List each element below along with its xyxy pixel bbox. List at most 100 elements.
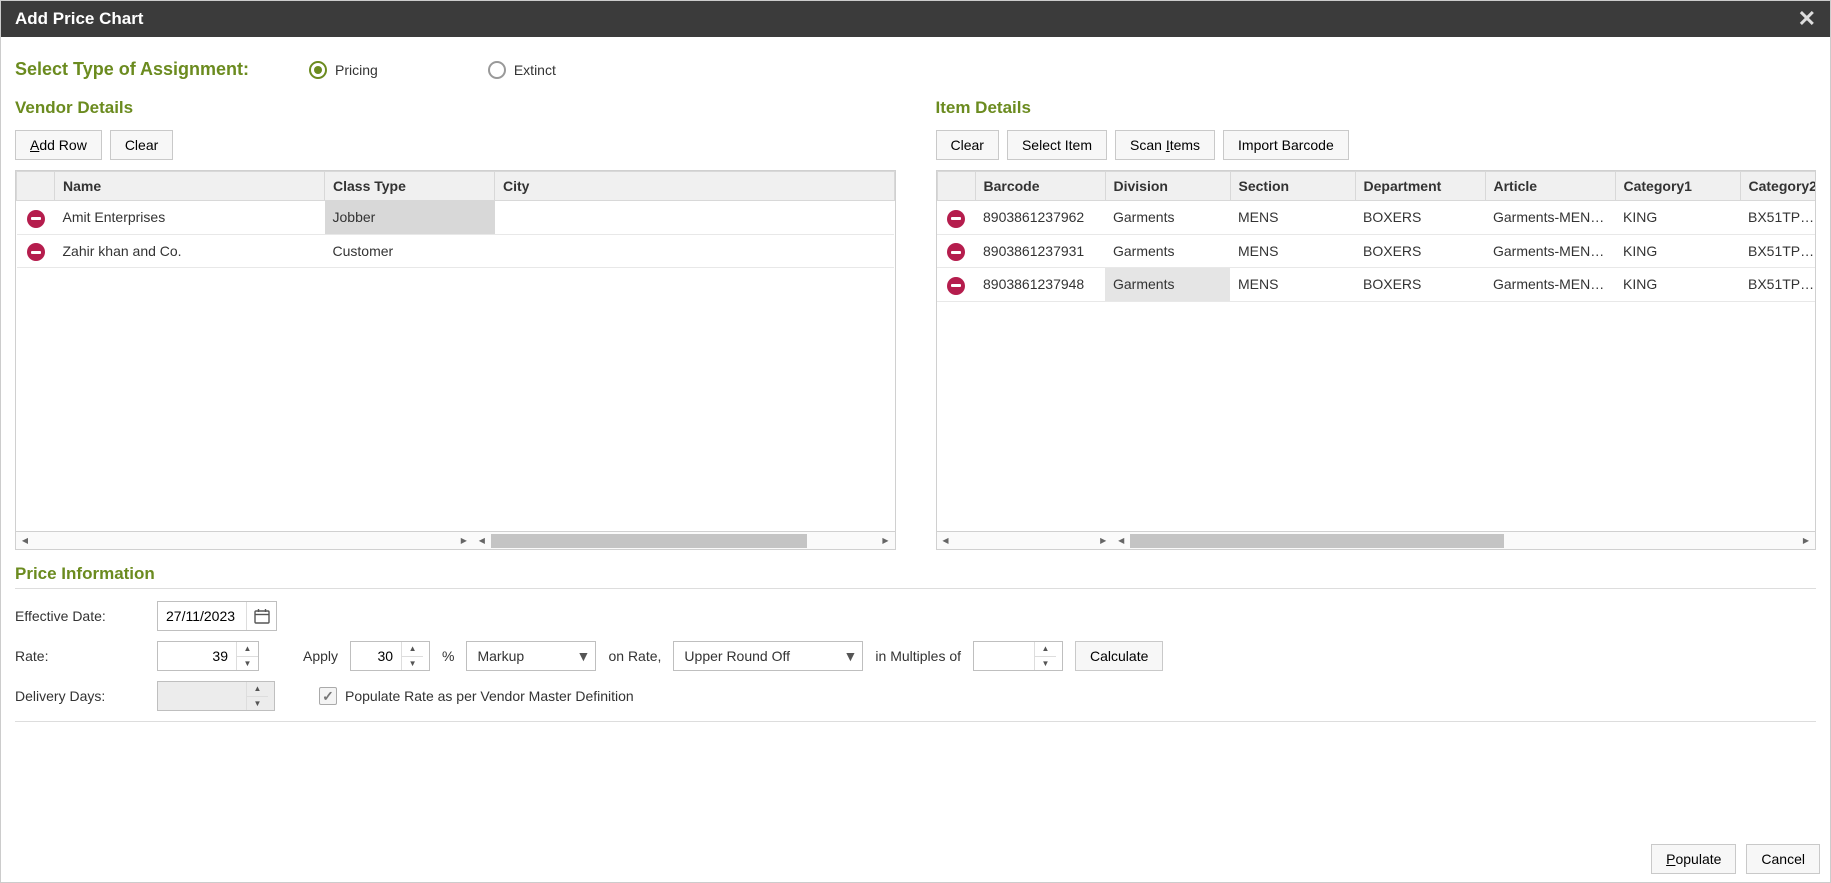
populate-button[interactable]: Populate xyxy=(1651,844,1736,874)
effective-date-input[interactable] xyxy=(157,601,277,631)
table-row[interactable]: Zahir khan and Co. Customer xyxy=(17,234,895,268)
col-city[interactable]: City xyxy=(495,172,895,201)
calendar-icon[interactable] xyxy=(246,602,276,630)
cell-category1[interactable]: KING xyxy=(1615,201,1740,235)
cell-division[interactable]: Garments xyxy=(1105,268,1230,302)
delivery-days-input[interactable]: ▲▼ xyxy=(157,681,275,711)
spin-down-icon[interactable]: ▼ xyxy=(1035,657,1056,671)
cell-city[interactable] xyxy=(495,234,895,268)
cell-name[interactable]: Amit Enterprises xyxy=(55,201,325,235)
cell-division[interactable]: Garments xyxy=(1105,201,1230,235)
scroll-left-icon[interactable]: ◀ xyxy=(1112,533,1130,549)
cell-department[interactable]: BOXERS xyxy=(1355,234,1485,268)
remove-row-icon[interactable] xyxy=(27,210,45,228)
round-combo[interactable]: Upper Round Off ▼ xyxy=(673,641,863,671)
multiples-field[interactable] xyxy=(974,642,1034,670)
col-name[interactable]: Name xyxy=(55,172,325,201)
cell-barcode[interactable]: 8903861237948 xyxy=(975,268,1105,302)
table-row[interactable]: 8903861237962 Garments MENS BOXERS Garme… xyxy=(937,201,1815,235)
col-category2[interactable]: Category2 xyxy=(1740,172,1815,201)
spin-up-icon[interactable]: ▲ xyxy=(247,682,268,697)
col-section[interactable]: Section xyxy=(1230,172,1355,201)
close-icon[interactable]: ✕ xyxy=(1798,6,1816,32)
spin-up-icon[interactable]: ▲ xyxy=(402,642,423,657)
cell-article[interactable]: Garments-MENS... xyxy=(1485,234,1615,268)
cell-barcode[interactable]: 8903861237931 xyxy=(975,234,1105,268)
cell-department[interactable]: BOXERS xyxy=(1355,268,1485,302)
cell-category2[interactable]: BX51TPK3 xyxy=(1740,268,1815,302)
scroll-left-icon[interactable]: ◀ xyxy=(473,533,491,549)
rate-input[interactable]: ▲▼ xyxy=(157,641,259,671)
cell-class-type[interactable]: Jobber xyxy=(325,201,495,235)
calculate-button[interactable]: Calculate xyxy=(1075,641,1163,671)
col-barcode[interactable]: Barcode xyxy=(975,172,1105,201)
vendor-clear-button[interactable]: Clear xyxy=(110,130,173,160)
multiples-input[interactable]: ▲▼ xyxy=(973,641,1063,671)
col-class-type[interactable]: Class Type xyxy=(325,172,495,201)
cell-category1[interactable]: KING xyxy=(1615,268,1740,302)
remove-row-icon[interactable] xyxy=(947,210,965,228)
label-on-rate: on Rate, xyxy=(608,648,661,664)
chevron-down-icon: ▼ xyxy=(838,648,862,664)
remove-row-icon[interactable] xyxy=(947,243,965,261)
cell-category2[interactable]: BX51TPK3 xyxy=(1740,201,1815,235)
item-title: Item Details xyxy=(936,98,1817,118)
scan-items-button[interactable]: Scan Items xyxy=(1115,130,1215,160)
table-row[interactable]: Amit Enterprises Jobber xyxy=(17,201,895,235)
cell-city[interactable] xyxy=(495,201,895,235)
populate-vendor-checkbox[interactable]: Populate Rate as per Vendor Master Defin… xyxy=(319,687,634,705)
spin-down-icon[interactable]: ▼ xyxy=(247,697,268,711)
apply-type-combo[interactable]: Markup ▼ xyxy=(466,641,596,671)
item-clear-button[interactable]: Clear xyxy=(936,130,999,160)
spin-up-icon[interactable]: ▲ xyxy=(237,642,258,657)
cell-category1[interactable]: KING xyxy=(1615,234,1740,268)
apply-value-field[interactable] xyxy=(351,642,401,670)
cell-name[interactable]: Zahir khan and Co. xyxy=(55,234,325,268)
scroll-left-icon[interactable]: ◀ xyxy=(937,533,955,549)
import-barcode-button[interactable]: Import Barcode xyxy=(1223,130,1349,160)
cancel-button[interactable]: Cancel xyxy=(1746,844,1820,874)
label-delivery-days: Delivery Days: xyxy=(15,688,145,704)
rate-field[interactable] xyxy=(158,642,236,670)
scroll-right-icon[interactable]: ▶ xyxy=(1797,533,1815,549)
item-grid[interactable]: Barcode Division Section Department Arti… xyxy=(936,170,1817,550)
item-hscroll[interactable]: ◀ ▶ ◀ ▶ xyxy=(937,531,1816,549)
table-row[interactable]: 8903861237931 Garments MENS BOXERS Garme… xyxy=(937,234,1815,268)
scroll-left-icon[interactable]: ◀ xyxy=(16,533,34,549)
cell-category2[interactable]: BX51TPK3 xyxy=(1740,234,1815,268)
radio-icon xyxy=(309,61,327,79)
remove-row-icon[interactable] xyxy=(947,277,965,295)
spin-up-icon[interactable]: ▲ xyxy=(1035,642,1056,657)
spin-down-icon[interactable]: ▼ xyxy=(402,657,423,671)
cell-section[interactable]: MENS xyxy=(1230,201,1355,235)
col-division[interactable]: Division xyxy=(1105,172,1230,201)
cell-article[interactable]: Garments-MENS... xyxy=(1485,268,1615,302)
checkbox-icon[interactable] xyxy=(319,687,337,705)
remove-row-icon[interactable] xyxy=(27,243,45,261)
vendor-hscroll[interactable]: ◀ ▶ ◀ ▶ xyxy=(16,531,895,549)
cell-section[interactable]: MENS xyxy=(1230,234,1355,268)
scroll-right-icon[interactable]: ▶ xyxy=(455,533,473,549)
add-row-button[interactable]: Add Row xyxy=(15,130,102,160)
cell-section[interactable]: MENS xyxy=(1230,268,1355,302)
cell-barcode[interactable]: 8903861237962 xyxy=(975,201,1105,235)
col-department[interactable]: Department xyxy=(1355,172,1485,201)
radio-extinct[interactable]: Extinct xyxy=(488,61,556,79)
spin-down-icon[interactable]: ▼ xyxy=(237,657,258,671)
effective-date-field[interactable] xyxy=(158,602,246,630)
vendor-grid[interactable]: Name Class Type City Amit Enterprises Jo… xyxy=(15,170,896,550)
label-percent: % xyxy=(442,648,454,664)
cell-article[interactable]: Garments-MENS... xyxy=(1485,201,1615,235)
select-item-button[interactable]: Select Item xyxy=(1007,130,1107,160)
cell-department[interactable]: BOXERS xyxy=(1355,201,1485,235)
col-category1[interactable]: Category1 xyxy=(1615,172,1740,201)
col-article[interactable]: Article xyxy=(1485,172,1615,201)
table-row[interactable]: 8903861237948 Garments MENS BOXERS Garme… xyxy=(937,268,1815,302)
cell-class-type[interactable]: Customer xyxy=(325,234,495,268)
apply-value-input[interactable]: ▲▼ xyxy=(350,641,430,671)
scroll-right-icon[interactable]: ▶ xyxy=(1094,533,1112,549)
radio-pricing[interactable]: Pricing xyxy=(309,61,378,79)
scroll-right-icon[interactable]: ▶ xyxy=(876,533,894,549)
dialog-footer: Populate Cancel xyxy=(1651,844,1820,874)
cell-division[interactable]: Garments xyxy=(1105,234,1230,268)
